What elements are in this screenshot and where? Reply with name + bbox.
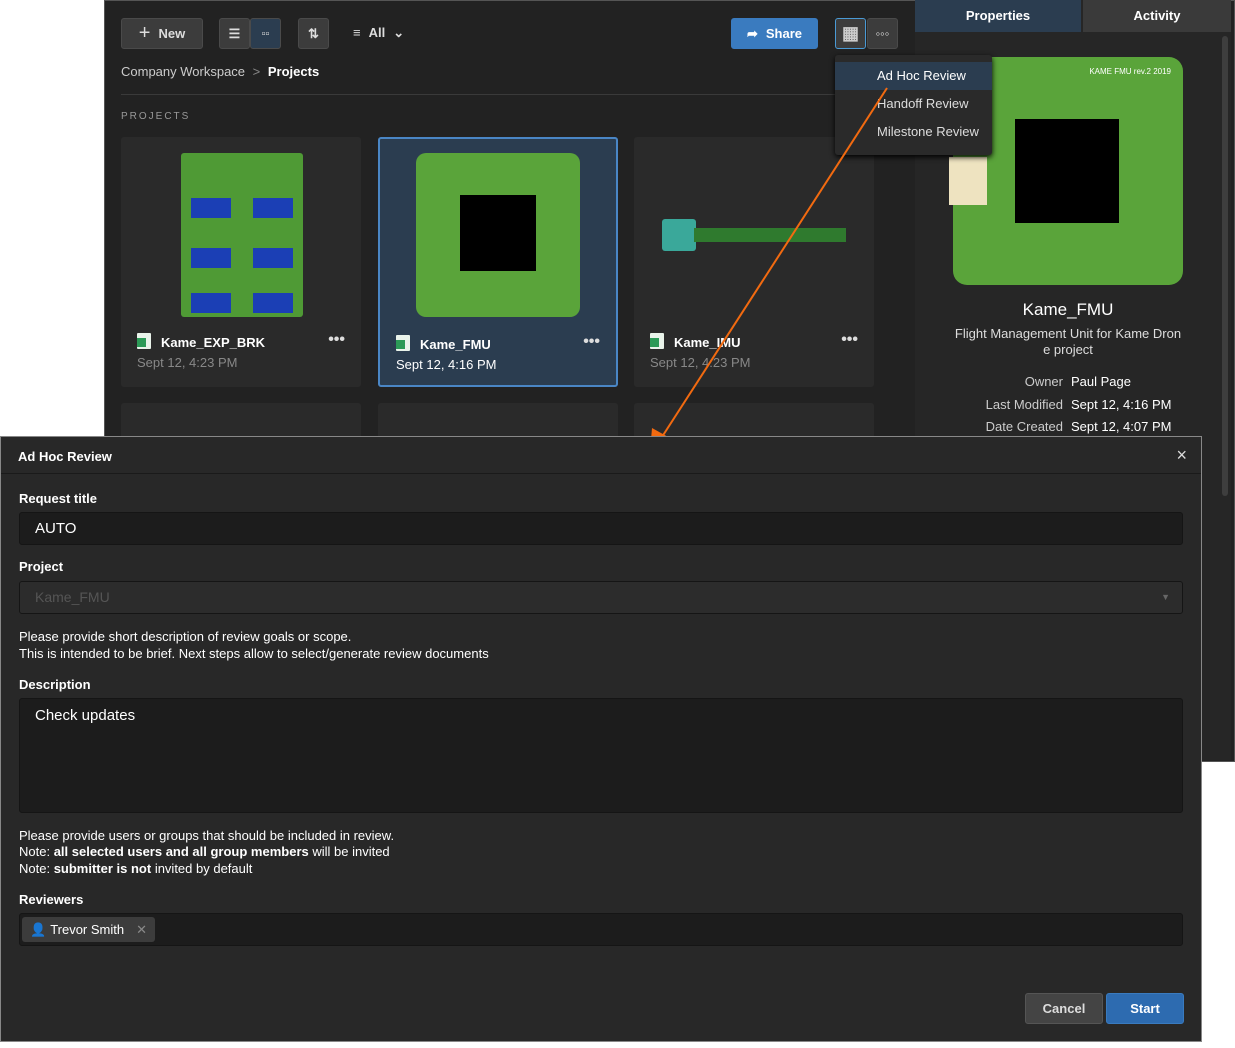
start-button[interactable]: Start <box>1106 993 1184 1024</box>
request-title-input[interactable]: AUTO <box>19 512 1183 545</box>
user-icon: 👤 <box>30 921 47 937</box>
remove-icon[interactable]: ✕ <box>136 922 147 938</box>
cancel-button[interactable]: Cancel <box>1025 993 1103 1024</box>
reviewer-chip: 👤 Trevor Smith ✕ <box>22 917 156 942</box>
dialog-title: Ad Hoc Review <box>18 449 112 464</box>
project-select[interactable]: Kame_FMU ▼ <box>19 581 1183 614</box>
ad-hoc-review-dialog: Ad Hoc Review × Request title AUTO Proje… <box>0 436 1202 1042</box>
dialog-header <box>1 437 1201 474</box>
reviewers-input[interactable]: 👤 Trevor Smith ✕ <box>19 913 1183 946</box>
close-icon[interactable]: × <box>1176 445 1187 466</box>
caret-down-icon: ▼ <box>1161 592 1170 602</box>
description-textarea[interactable]: Check updates <box>19 698 1183 813</box>
